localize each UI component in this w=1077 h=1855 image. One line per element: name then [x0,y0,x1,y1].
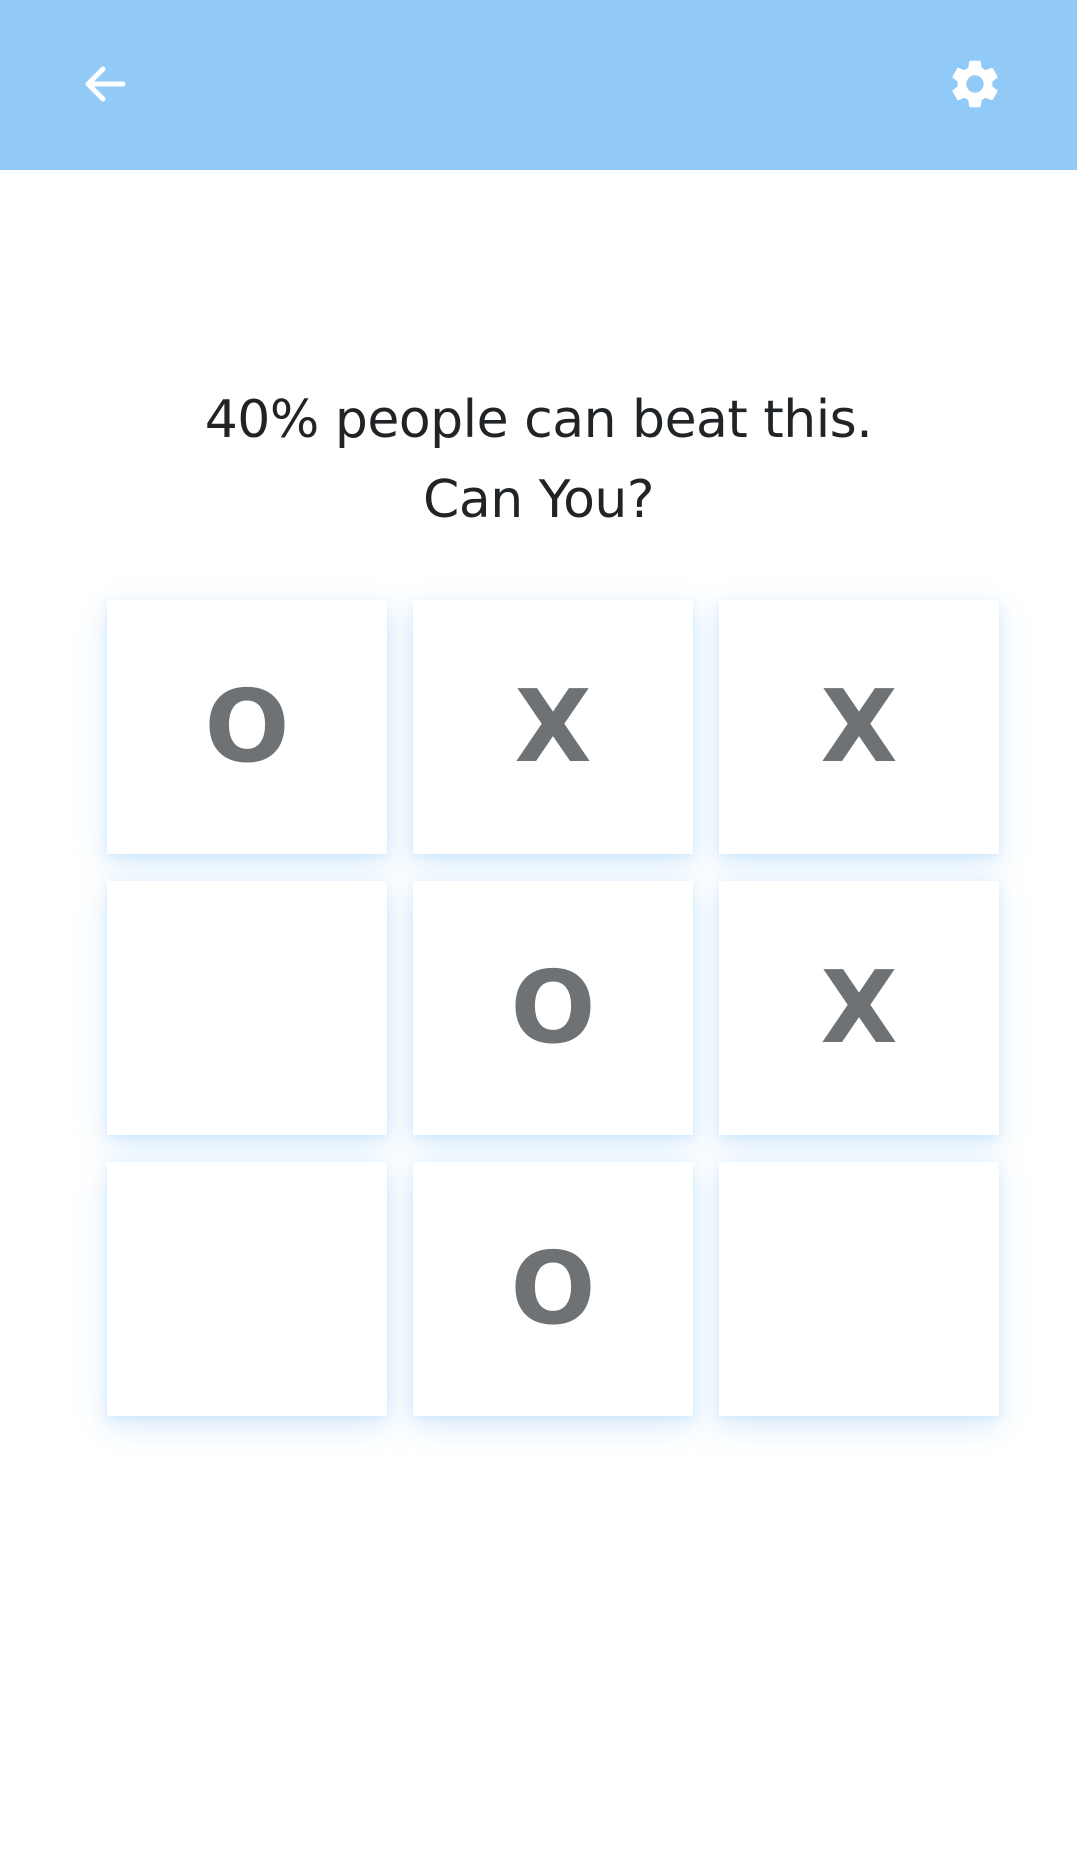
cell-mark: X [820,668,898,785]
headline-line-1: 40% people can beat this. [204,390,873,450]
board-cell-5[interactable]: O [413,881,693,1135]
board-cell-7[interactable] [107,1162,387,1416]
headline-line-2: Can You? [423,470,654,530]
cell-mark: O [204,668,290,785]
game-board: O X X O X O [107,600,999,1416]
board-cell-1[interactable]: O [107,600,387,854]
cell-mark: O [510,949,596,1066]
cell-mark: X [820,949,898,1066]
back-button[interactable] [65,44,145,124]
board-cell-6[interactable]: X [719,881,999,1135]
board-cell-8[interactable]: O [413,1162,693,1416]
cell-mark: O [510,1230,596,1347]
board-cell-4[interactable] [107,881,387,1135]
board-cell-3[interactable]: X [719,600,999,854]
app-bar [0,0,1077,170]
gear-icon [952,60,998,108]
challenge-headline: 40% people can beat this. Can You? [0,380,1077,540]
cell-mark: X [514,668,592,785]
board-cell-2[interactable]: X [413,600,693,854]
arrow-back-icon [85,66,126,102]
board-cell-9[interactable] [719,1162,999,1416]
settings-button[interactable] [935,44,1015,124]
